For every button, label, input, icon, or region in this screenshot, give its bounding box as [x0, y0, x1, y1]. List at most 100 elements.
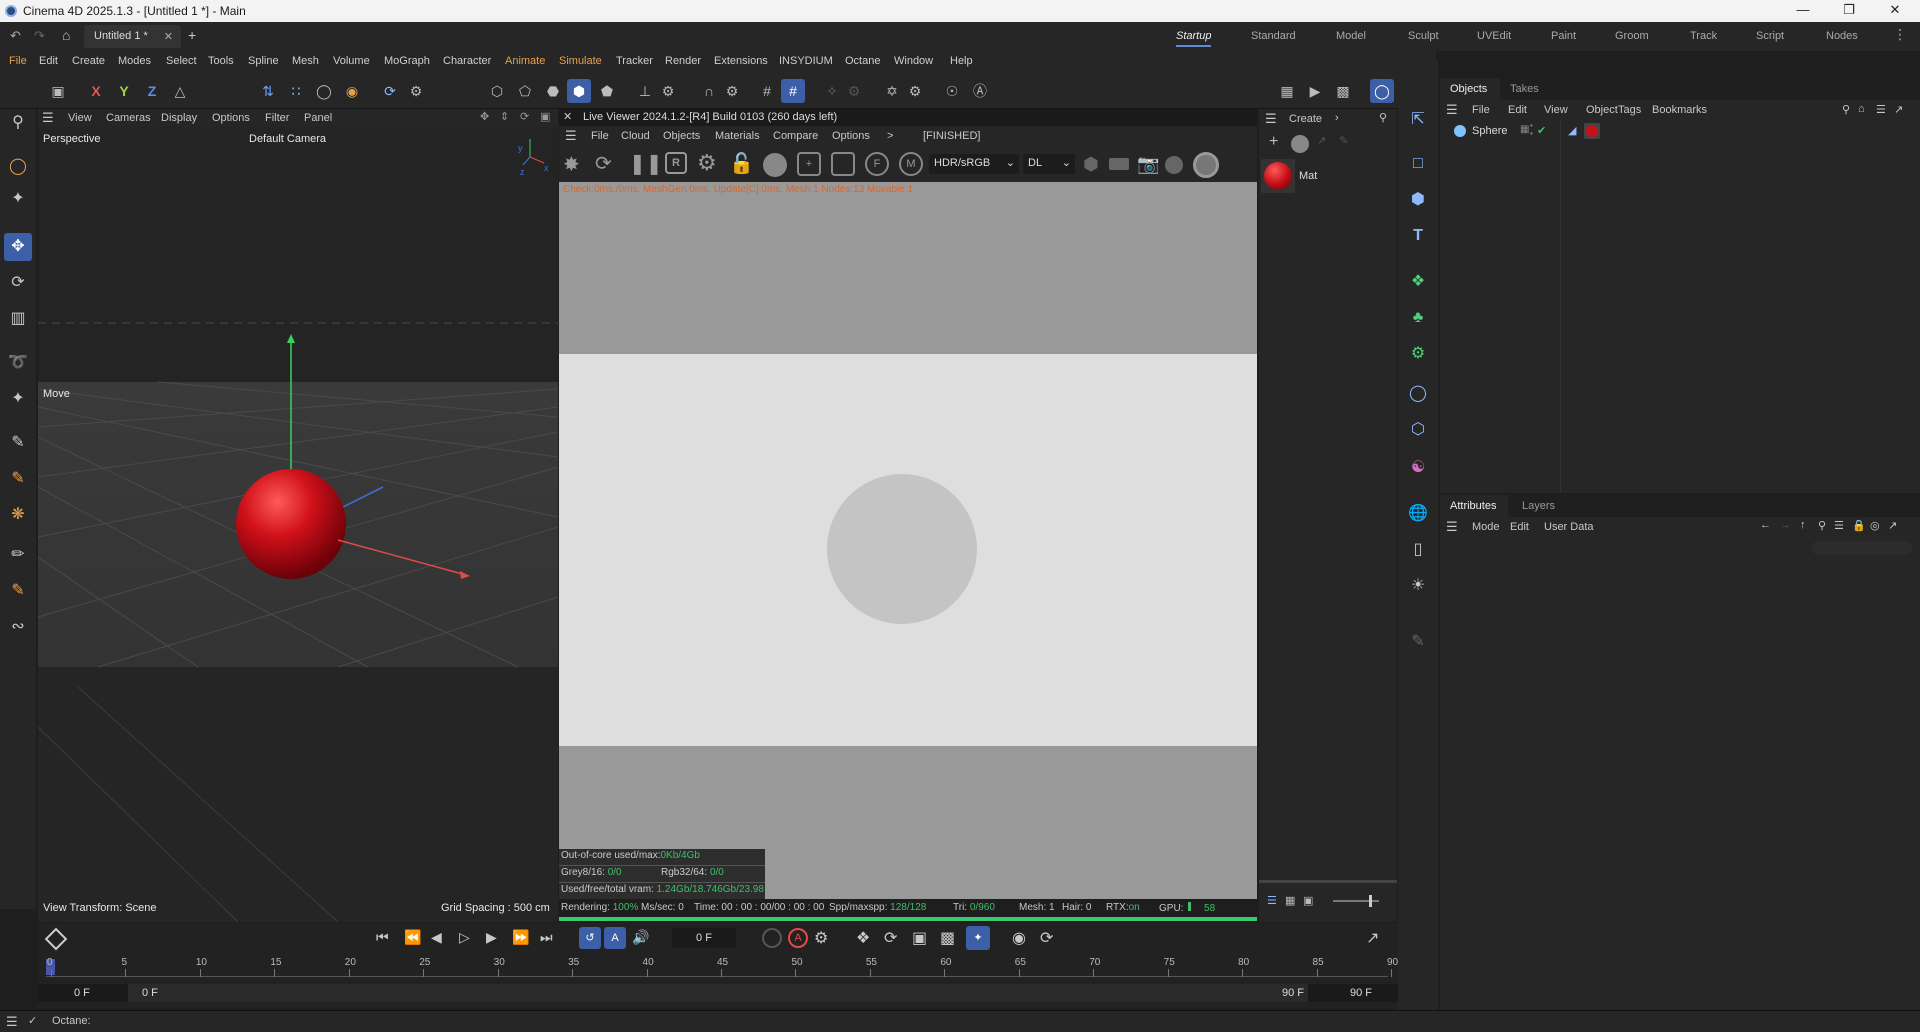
render-settings-gear-icon[interactable]: ⚙	[404, 79, 428, 103]
keyframe-icon[interactable]	[44, 927, 68, 951]
visibility-dots-icon[interactable]: • •	[1530, 122, 1533, 138]
key-pla-icon[interactable]: ✦	[966, 926, 990, 950]
range-end-field[interactable]: 90 F	[1350, 987, 1372, 999]
mat-new-sphere-icon[interactable]	[1291, 135, 1309, 153]
menu-tools[interactable]: Tools	[208, 55, 234, 67]
close-tab-icon[interactable]: ✕	[164, 30, 173, 43]
play-icon[interactable]: ▷	[459, 929, 470, 946]
up-arrow-icon[interactable]: ↑	[1800, 519, 1806, 531]
lv-region-icon[interactable]: R	[665, 152, 687, 174]
document-tab[interactable]: Untitled 1 * ✕	[84, 25, 181, 48]
objects-search-icon[interactable]: ⚲	[1842, 103, 1850, 116]
mat-more-icon[interactable]: ›	[1335, 112, 1339, 124]
back-arrow-icon[interactable]: ←	[1760, 519, 1771, 531]
sketch-tool-icon[interactable]: ❋	[4, 501, 32, 529]
menu-spline[interactable]: Spline	[248, 55, 279, 67]
render-view-icon[interactable]: ▶	[1303, 79, 1327, 103]
text-spline-icon[interactable]: T	[1404, 222, 1432, 250]
menu-window[interactable]: Window	[894, 55, 933, 67]
close-window-icon[interactable]: ✕	[1877, 2, 1913, 20]
viewport-menu-cameras[interactable]: Cameras	[106, 112, 151, 124]
octane-a-icon[interactable]: Ⓐ	[968, 79, 992, 103]
enabled-check-icon[interactable]: ✔	[1537, 124, 1546, 137]
layout-tab-model[interactable]: Model	[1336, 30, 1366, 42]
dynamics-icon[interactable]: ✡	[880, 79, 904, 103]
edges-mode-icon[interactable]: ⬠	[513, 79, 537, 103]
lv-focus-icon[interactable]: F	[865, 152, 889, 176]
layout-tab-uvedit[interactable]: UVEdit	[1477, 30, 1511, 42]
menu-edit[interactable]: Edit	[39, 55, 58, 67]
cube-icon[interactable]: ⬢	[1404, 186, 1432, 214]
mograph-cloner-icon[interactable]: ❖	[1404, 268, 1432, 296]
motion-system-icon[interactable]: ◉	[1012, 928, 1026, 948]
layout-tab-track[interactable]: Track	[1690, 30, 1717, 42]
render-settings-icon[interactable]: ▩	[1331, 79, 1355, 103]
maximize-view-icon[interactable]: ▣	[540, 110, 550, 123]
pan-view-icon[interactable]: ✥	[480, 110, 489, 123]
points-mode-icon[interactable]: ⬡	[485, 79, 509, 103]
layer-icon[interactable]: ▦	[1520, 124, 1529, 135]
workplane-grid-icon[interactable]: #	[755, 79, 779, 103]
menu-animate[interactable]: Animate	[505, 55, 545, 67]
loop-icon[interactable]: ↺	[579, 927, 601, 949]
objects-hamburger-icon[interactable]: ☰	[1446, 102, 1458, 118]
tab-objects[interactable]: Objects	[1450, 83, 1487, 95]
placement-tool-icon[interactable]: ✦	[4, 385, 32, 413]
lv-frame-icon[interactable]	[831, 152, 855, 176]
rotate-tool-icon[interactable]: ⟳	[4, 269, 32, 297]
axis-settings-gear-icon[interactable]: ⚙	[656, 79, 680, 103]
attributes-search-field[interactable]	[1812, 541, 1912, 555]
attributes-menu-edit[interactable]: Edit	[1510, 521, 1529, 533]
current-frame-field[interactable]: 0 F	[672, 928, 736, 948]
objects-new-window-icon[interactable]: ↗	[1894, 103, 1903, 116]
object-name[interactable]: Sphere	[1472, 125, 1507, 137]
null-object-icon[interactable]: ⇱	[1404, 106, 1432, 134]
prev-frame-icon[interactable]: ◀	[431, 929, 442, 946]
tab-layers[interactable]: Layers	[1522, 500, 1555, 512]
character-icon[interactable]: ☯	[1404, 454, 1432, 482]
move-tool-icon[interactable]: ✥	[4, 233, 32, 261]
generator-extrude-icon[interactable]: ⬡	[1404, 416, 1432, 444]
live-viewer-close-icon[interactable]: ✕	[563, 110, 572, 123]
sphere-wire-icon[interactable]: ◯	[312, 79, 336, 103]
lv-menu-compare[interactable]: Compare	[773, 130, 818, 142]
attributes-filter-icon[interactable]: ☰	[1834, 519, 1844, 532]
minimize-icon[interactable]: —	[1785, 2, 1821, 20]
spline-square-icon[interactable]: □	[1404, 150, 1432, 178]
thumb-size-slider[interactable]	[1333, 895, 1379, 907]
key-position-icon[interactable]: ❖	[856, 928, 870, 948]
lv-lock-icon[interactable]: 🔓	[729, 151, 754, 176]
new-tab-icon[interactable]: +	[188, 27, 196, 43]
undo-icon[interactable]: ↶	[10, 28, 21, 44]
mat-hamburger-icon[interactable]: ☰	[1265, 111, 1277, 127]
menu-mesh[interactable]: Mesh	[292, 55, 319, 67]
lv-menu-cloud[interactable]: Cloud	[621, 130, 650, 142]
mograph-field-icon[interactable]: ⚙	[1404, 340, 1432, 368]
layout-tab-sculpt[interactable]: Sculpt	[1408, 30, 1439, 42]
live-viewer-hamburger-icon[interactable]: ☰	[565, 128, 577, 144]
tab-takes[interactable]: Takes	[1510, 83, 1539, 95]
live-select-icon[interactable]: ✦	[4, 185, 32, 213]
lv-kernel-dropdown[interactable]: DL ⌄	[1023, 154, 1075, 174]
lv-menu-more[interactable]: >	[887, 130, 893, 142]
range-end-handle[interactable]: 90 F	[1282, 987, 1304, 999]
menu-insydium[interactable]: INSYDIUM	[779, 55, 833, 67]
attributes-menu-mode[interactable]: Mode	[1472, 521, 1500, 533]
autokey-icon[interactable]: A	[788, 928, 808, 948]
snap-settings-gear-icon[interactable]: ⚙	[720, 79, 744, 103]
status-hamburger-icon[interactable]: ☰	[6, 1014, 18, 1030]
scale-tool-icon[interactable]: ▥	[4, 305, 32, 333]
viewport-camera-label[interactable]: Default Camera	[249, 133, 326, 145]
maximize-icon[interactable]: ❐	[1831, 2, 1867, 20]
mograph-effector-icon[interactable]: ♣	[1404, 304, 1432, 332]
lv-motion-icon[interactable]: M	[899, 152, 923, 176]
forward-arrow-icon[interactable]: →	[1780, 519, 1791, 531]
range-start-field[interactable]: 0 F	[74, 987, 90, 999]
object-row-sphere[interactable]: Sphere ▦ • • ✔ ◢	[1440, 122, 1920, 140]
symmetry-settings-gear-icon[interactable]: ⚙	[842, 79, 866, 103]
layout-tab-standard[interactable]: Standard	[1251, 30, 1296, 42]
deformer-icon[interactable]: ◉	[340, 79, 364, 103]
axis-tool-icon[interactable]: ⊥	[633, 79, 657, 103]
next-key-icon[interactable]: ⏩	[512, 929, 529, 946]
pen-tool-icon[interactable]: ✎	[4, 429, 32, 457]
